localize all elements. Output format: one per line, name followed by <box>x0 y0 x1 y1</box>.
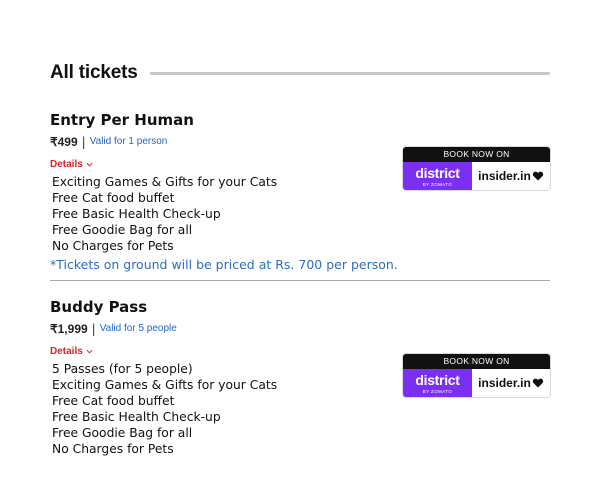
district-wordmark: district <box>415 372 460 388</box>
price-separator: | <box>81 135 86 149</box>
feature-item: Free Goodie Bag for all <box>52 426 193 440</box>
feature-item: Free Basic Health Check-up <box>52 410 221 424</box>
ticket-validity: Valid for 1 person <box>89 136 168 147</box>
details-label: Details <box>50 159 83 170</box>
insider-logo: insider.in <box>472 369 550 397</box>
ticket-divider <box>50 280 550 281</box>
section-title: All tickets <box>50 62 138 83</box>
details-label: Details <box>50 346 83 357</box>
book-now-button[interactable]: BOOK NOW ON district BY ZOMATO insider.i… <box>403 354 550 397</box>
price-separator: | <box>91 322 96 336</box>
chevron-down-icon <box>86 349 93 354</box>
ticket-name: Buddy Pass <box>50 298 148 316</box>
details-toggle[interactable]: Details <box>50 346 93 357</box>
district-logo: district BY ZOMATO <box>403 369 472 397</box>
feature-item: Free Basic Health Check-up <box>52 207 221 221</box>
ticket-validity: Valid for 5 people <box>99 323 177 334</box>
district-logo: district BY ZOMATO <box>403 162 472 190</box>
insider-logo: insider.in <box>472 162 550 190</box>
feature-item: Free Goodie Bag for all <box>52 223 193 237</box>
feature-item: Free Cat food buffet <box>52 191 175 205</box>
chevron-down-icon <box>86 162 93 167</box>
ticket-price: ₹499 <box>50 135 78 149</box>
ticket-footnote: *Tickets on ground will be priced at Rs.… <box>50 257 398 272</box>
district-sub: BY ZOMATO <box>422 389 453 394</box>
section-title-rule <box>149 71 550 75</box>
ticket-name: Entry Per Human <box>50 111 194 129</box>
section-header: All tickets <box>50 60 550 86</box>
book-now-label: BOOK NOW ON <box>403 147 550 162</box>
details-toggle[interactable]: Details <box>50 159 93 170</box>
price-row: ₹1,999 | Valid for 5 people <box>50 322 550 336</box>
book-now-button[interactable]: BOOK NOW ON district BY ZOMATO insider.i… <box>403 147 550 190</box>
feature-item: No Charges for Pets <box>52 239 174 253</box>
book-now-label: BOOK NOW ON <box>403 354 550 369</box>
feature-item: No Charges for Pets <box>52 442 174 456</box>
insider-wordmark: insider.in <box>478 169 531 183</box>
insider-wordmark: insider.in <box>478 376 531 390</box>
heart-icon <box>532 378 544 388</box>
district-wordmark: district <box>415 165 460 181</box>
heart-icon <box>532 171 544 181</box>
ticket-price: ₹1,999 <box>50 322 88 336</box>
district-sub: BY ZOMATO <box>422 182 453 187</box>
